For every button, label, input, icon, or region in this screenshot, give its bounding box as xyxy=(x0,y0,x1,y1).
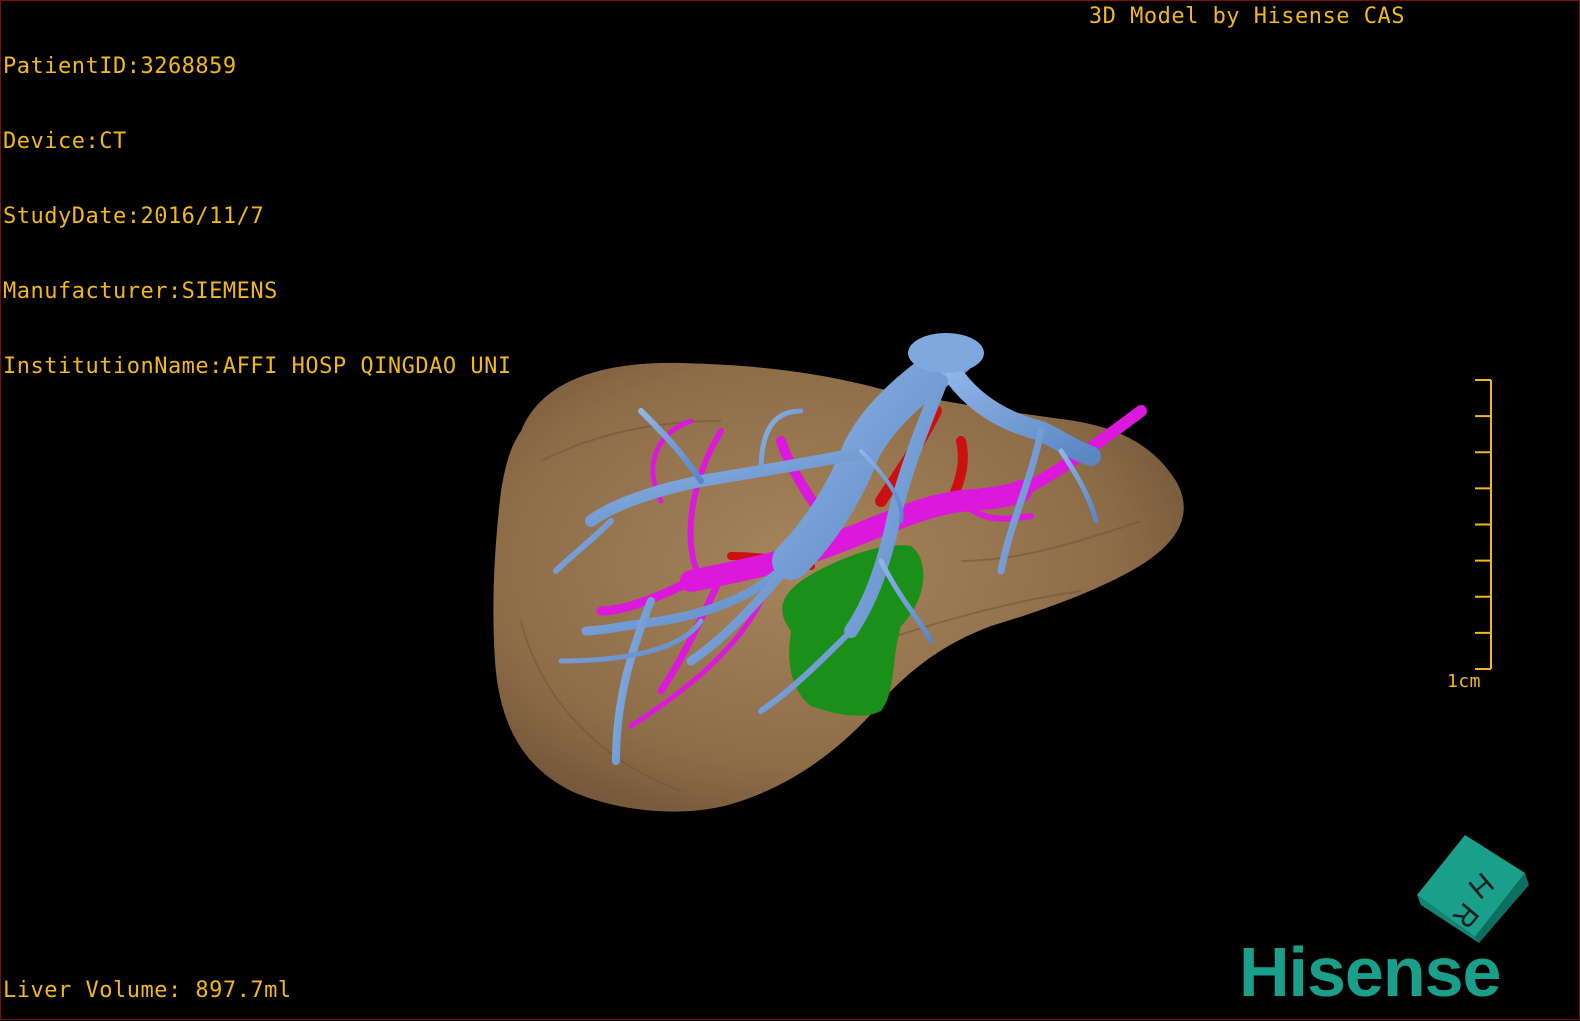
ivc-stump xyxy=(908,333,984,373)
liver-volume: Liver Volume: 897.7ml xyxy=(3,978,292,1003)
patient-id: PatientID:3268859 xyxy=(3,54,237,79)
manufacturer: Manufacturer:SIEMENS xyxy=(3,279,278,304)
patient-info-block: PatientID:3268859 Device:CT StudyDate:20… xyxy=(3,4,512,429)
institution-name: InstitutionName:AFFI HOSP QINGDAO UNI xyxy=(3,354,512,379)
hisense-logo: Hisense xyxy=(1239,933,1501,1011)
scale-bar-label: 1cm xyxy=(1447,671,1482,692)
model-credit: 3D Model by Hisense CAS xyxy=(1088,4,1405,29)
scale-bar xyxy=(1475,379,1492,670)
study-date: StudyDate:2016/11/7 xyxy=(3,204,265,229)
orientation-cube-icon[interactable]: H R xyxy=(1413,833,1533,943)
device: Device:CT xyxy=(3,129,127,154)
3d-viewport[interactable]: PatientID:3268859 Device:CT StudyDate:20… xyxy=(0,0,1580,1020)
